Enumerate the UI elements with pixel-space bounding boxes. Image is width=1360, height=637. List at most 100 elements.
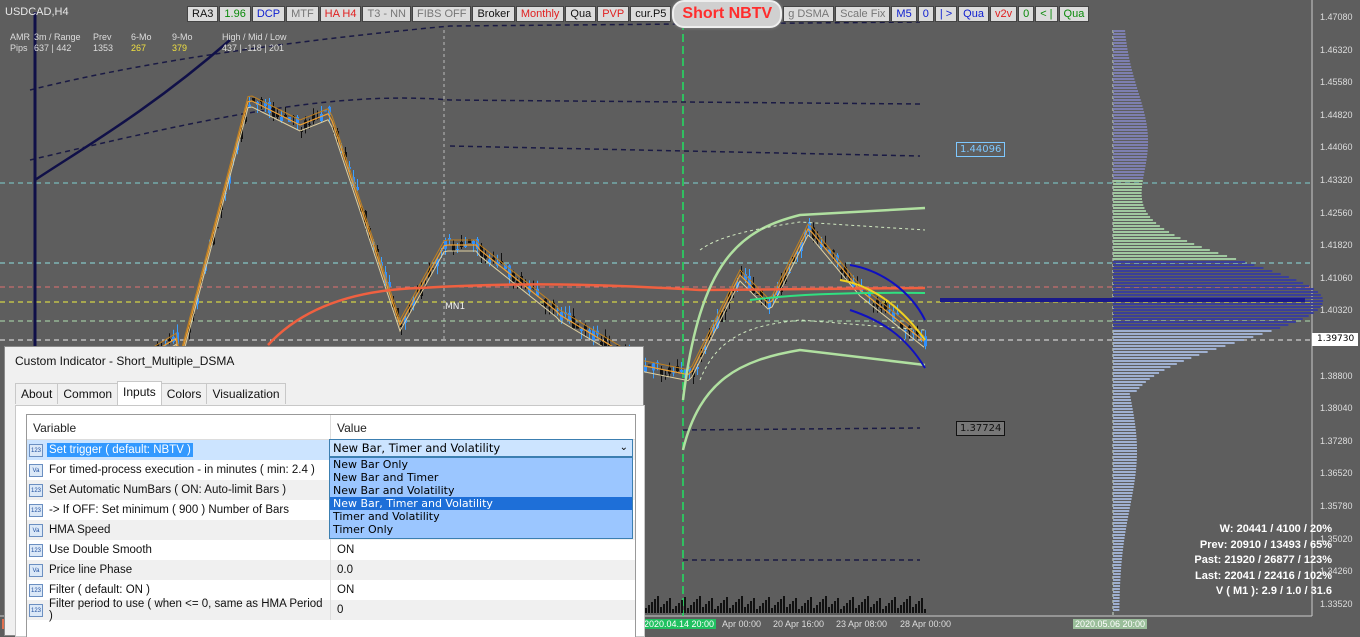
toolbar-button[interactable]: DCP (251, 6, 286, 22)
volume-stat-line: Past: 21920 / 26877 / 123% (1194, 554, 1332, 566)
dropdown-option[interactable]: New Bar and Timer (330, 471, 632, 484)
input-label: Filter ( default: ON ) (49, 584, 150, 596)
input-name-cell: 123 Use Double Smooth (27, 540, 331, 560)
input-row[interactable]: 123 Use Double Smooth ON (27, 540, 635, 560)
price-tick-label: 1.37280 (1320, 435, 1353, 446)
input-value-cell[interactable]: 0 (331, 600, 343, 620)
price-tick-label: 1.36520 (1320, 468, 1353, 479)
tab-colors[interactable]: Colors (160, 383, 208, 404)
input-label: HMA Speed (49, 524, 111, 536)
input-name-cell: 123 Filter period to use ( when <= 0, sam… (27, 598, 331, 622)
stats-value: 379 (172, 43, 188, 53)
trigger-select[interactable]: New Bar, Timer and Volatility ⌄ (329, 439, 633, 457)
toolbar-button[interactable]: MTF (286, 6, 319, 22)
price-tick-label: 1.45580 (1320, 77, 1353, 88)
stats-header: High / Mid / Low (222, 32, 287, 42)
price-tick-label: 1.40320 (1320, 305, 1353, 316)
input-value-cell[interactable]: 0.0 (331, 560, 353, 580)
trigger-select-value: New Bar, Timer and Volatility (333, 441, 501, 455)
dropdown-option[interactable]: Timer Only (330, 523, 632, 536)
toolbar-button[interactable]: Monthly (515, 6, 565, 22)
stats-header: 6-Mo (131, 32, 152, 42)
price-tick-label: 1.42560 (1320, 207, 1353, 218)
toolbar-button[interactable]: cur.P5 (630, 6, 672, 22)
volume-stat-line: Last: 22041 / 22416 / 102% (1195, 569, 1332, 582)
stats-value: Pips (10, 43, 28, 53)
stats-value: 1353 (93, 43, 114, 53)
time-tick-label: 2020.05.06 20:00 (1073, 619, 1148, 629)
toolbar-button[interactable]: T3 - NN (362, 6, 411, 22)
param-type-icon: 123 (29, 443, 43, 457)
dropdown-option[interactable]: New Bar Only (330, 458, 632, 471)
param-type-icon: 123 (29, 603, 43, 617)
param-type-icon: 123 (29, 543, 43, 557)
toolbar-button[interactable]: 0 (917, 6, 934, 22)
input-name-cell: 123 Set trigger ( default: NBTV ) (27, 440, 331, 460)
toolbar-button[interactable]: 1.96 (219, 6, 251, 22)
stats-value: 267 (131, 43, 147, 53)
toolbar-button[interactable]: Short NBTV (672, 0, 783, 28)
time-tick-label: 20 Apr 16:00 (773, 619, 825, 629)
input-label: Set trigger ( default: NBTV ) (47, 443, 193, 457)
toolbar-button[interactable]: 0 (1018, 6, 1035, 22)
dialog-tabs: About Common Inputs Colors Visualization (15, 381, 286, 405)
col-variable-header[interactable]: Variable (27, 415, 331, 439)
input-name-cell: Va For timed-process execution - in minut… (27, 460, 331, 480)
toolbar-button[interactable]: | > (934, 6, 958, 22)
param-type-icon: Va (29, 463, 43, 477)
stats-header: 9-Mo (172, 32, 193, 42)
dropdown-option[interactable]: New Bar and Volatility (330, 484, 632, 497)
toolbar-button[interactable]: RA3 (187, 6, 219, 22)
input-label: Filter period to use ( when <= 0, same a… (49, 598, 323, 622)
input-row[interactable]: 123 Filter period to use ( when <= 0, sam… (27, 598, 635, 622)
price-tick-label: 1.35020 (1320, 533, 1353, 544)
toolbar-button[interactable]: v2v (989, 6, 1018, 22)
stats-header: Prev (93, 32, 112, 42)
toolbar-button[interactable]: HA H4 (319, 6, 362, 22)
volume-stats: W: 20441 / 4100 / 20% Prev: 20910 / 13493… (1194, 522, 1332, 600)
stats-header: AMR (10, 32, 30, 42)
input-value-cell[interactable]: ON (331, 580, 354, 600)
tab-visualization[interactable]: Visualization (206, 383, 286, 404)
price-tick-label: 1.41820 (1320, 240, 1353, 251)
tab-inputs[interactable]: Inputs (117, 381, 162, 405)
dropdown-option[interactable]: Timer and Volatility (330, 510, 632, 523)
toolbar-button[interactable]: FIBS OFF (411, 6, 472, 22)
input-value: 0 (337, 604, 344, 616)
price-tick-label: 1.47080 (1320, 12, 1353, 22)
price-tick-label: 1.33520 (1320, 598, 1353, 609)
input-name-cell: 123 Set Automatic NumBars ( ON: Auto-limi… (27, 480, 331, 500)
trigger-dropdown[interactable]: New Bar Only New Bar and Timer New Bar and… (329, 457, 633, 539)
price-tick-label: 1.38040 (1320, 403, 1353, 414)
param-type-icon: 123 (29, 483, 43, 497)
input-value-cell[interactable]: ON (331, 540, 354, 560)
toolbar-button[interactable]: Qua (958, 6, 989, 22)
tab-about[interactable]: About (15, 383, 59, 404)
toolbar-button[interactable]: PVP (597, 6, 630, 22)
input-value: 0.0 (337, 564, 353, 576)
level-lower-label: 1.37724 (956, 421, 1006, 436)
param-type-icon: Va (29, 563, 43, 577)
toolbar-button[interactable]: Qua (1058, 6, 1090, 22)
toolbar-button[interactable]: Scale Fix (835, 6, 891, 22)
toolbar-button[interactable]: M5 (891, 6, 917, 22)
time-tick-label: 23 Apr 08:00 (836, 619, 888, 629)
input-row[interactable]: Va Price line Phase 0.0 (27, 560, 635, 580)
toolbar-button[interactable]: Broker (472, 6, 515, 22)
toolbar-button[interactable]: Qua (565, 6, 597, 22)
price-tick-label: 1.46320 (1320, 44, 1353, 55)
toolbar-button[interactable]: g DSMA (783, 6, 835, 22)
col-value-header[interactable]: Value (331, 415, 367, 439)
toolbar-button[interactable]: < | (1035, 6, 1058, 22)
tab-common[interactable]: Common (57, 383, 119, 404)
input-label: Set Automatic NumBars ( ON: Auto-limit B… (49, 484, 287, 496)
input-name-cell: Va HMA Speed (27, 520, 331, 540)
volume-stat-line: Prev: 20910 / 13493 / 65% (1199, 538, 1332, 551)
param-type-icon: 123 (29, 583, 43, 597)
stats-value: 437 | -118 | 201 (222, 43, 285, 53)
input-name-cell: 123 -> If OFF: Set minimum ( 900 ) Number… (27, 500, 331, 520)
chevron-down-icon[interactable]: ⌄ (620, 440, 628, 456)
price-tick-label: 1.38800 (1320, 370, 1353, 381)
time-tick-label: 2020.04.14 20:00 (642, 619, 717, 629)
dropdown-option[interactable]: New Bar, Timer and Volatility (330, 497, 632, 510)
